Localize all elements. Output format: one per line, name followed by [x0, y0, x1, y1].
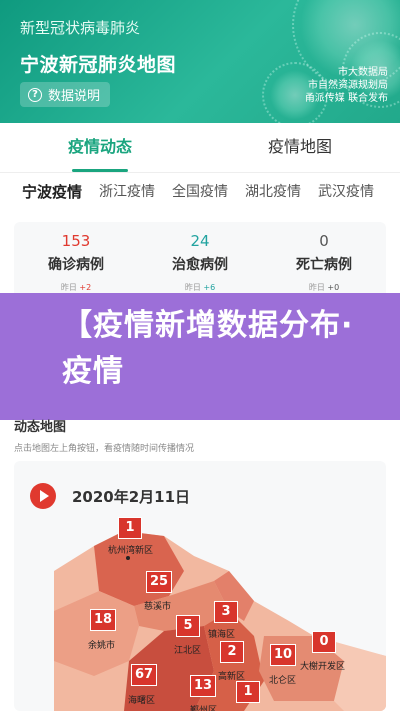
region-count-badge[interactable]: 67 — [131, 664, 157, 686]
stat-delta: 昨日 +0 — [308, 283, 340, 292]
region-label: 江北区 — [174, 646, 202, 656]
region-label: 余姚市 — [88, 641, 116, 651]
region-tab-wuhan[interactable]: 武汉疫情 — [318, 174, 374, 214]
region-label: 镇海区 — [208, 630, 236, 640]
stat-value: 24 — [190, 232, 210, 250]
stat-label: 治愈病例 — [172, 257, 228, 273]
stat-delta: 昨日 +6 — [184, 283, 216, 292]
data-info-button[interactable]: ? 数据说明 — [20, 82, 111, 107]
region-label: 鄞州区 — [190, 706, 218, 711]
region-count-badge[interactable]: 25 — [146, 571, 172, 593]
region-tab-national[interactable]: 全国疫情 — [172, 174, 228, 214]
stats-card: 153 确诊病例 昨日 +2 24 治愈病例 昨日 +6 0 死亡病例 昨日 +… — [14, 222, 386, 302]
tab-epidemic-updates[interactable]: 疫情动态 — [0, 123, 200, 172]
stat-confirmed: 153 确诊病例 昨日 +2 — [14, 232, 138, 302]
region-count-badge[interactable]: 1 — [236, 681, 260, 703]
dynamic-map[interactable]: 2020年2月11日 1 杭州湾新区 25 慈溪市 3 镇海区 18 余姚市 5… — [14, 461, 386, 711]
region-count-badge[interactable]: 13 — [190, 675, 216, 697]
source-line: 市大数据局 — [338, 67, 388, 78]
region-label: 海曙区 — [128, 696, 156, 706]
info-icon: ? — [28, 87, 42, 102]
region-tab-ningbo[interactable]: 宁波疫情 — [22, 174, 82, 214]
header-subtitle: 新型冠状病毒肺炎 — [20, 19, 141, 37]
play-button[interactable] — [30, 483, 56, 509]
header-banner: 新型冠状病毒肺炎 宁波新冠肺炎地图 ? 数据说明 市大数据局 市自然资源规划局 … — [0, 0, 400, 123]
region-tabs: 宁波疫情 浙江疫情 全国疫情 湖北疫情 武汉疫情 — [0, 174, 400, 214]
data-info-label: 数据说明 — [48, 89, 101, 104]
region-count-badge[interactable]: 5 — [176, 615, 200, 637]
region-tab-zhejiang[interactable]: 浙江疫情 — [99, 174, 155, 214]
stat-label: 确诊病例 — [48, 257, 104, 273]
region-count-badge[interactable]: 3 — [214, 601, 238, 623]
region-tab-hubei[interactable]: 湖北疫情 — [245, 174, 301, 214]
map-section-hint: 点击地图左上角按钮，看疫情随时间传播情况 — [14, 444, 195, 454]
stat-value: 0 — [319, 232, 329, 250]
region-count-badge[interactable]: 10 — [270, 644, 296, 666]
stat-value: 153 — [61, 232, 91, 250]
map-date: 2020年2月11日 — [72, 488, 191, 506]
region-count-badge[interactable]: 1 — [118, 517, 142, 539]
region-label: 杭州湾新区 — [108, 546, 154, 556]
map-section-title: 动态地图 — [14, 420, 67, 435]
region-count-badge[interactable]: 2 — [220, 641, 244, 663]
tab-epidemic-map[interactable]: 疫情地图 — [200, 123, 400, 172]
region-count-badge[interactable]: 18 — [90, 609, 116, 631]
stat-delta: 昨日 +2 — [60, 283, 92, 292]
region-label: 慈溪市 — [144, 602, 172, 612]
stat-label: 死亡病例 — [296, 257, 352, 273]
data-sources: 市大数据局 市自然资源规划局 甬派传媒 联合发布 — [305, 66, 388, 105]
page-title: 宁波新冠肺炎地图 — [20, 54, 177, 76]
stat-deaths: 0 死亡病例 昨日 +0 — [262, 232, 386, 302]
region-label: 北仑区 — [269, 676, 297, 686]
source-line: 甬派传媒 联合发布 — [304, 93, 388, 104]
main-tabs: 疫情动态 疫情地图 — [0, 123, 400, 173]
headline-banner: 【疫情新增数据分布·疫情 — [0, 293, 400, 420]
map-regions — [54, 531, 386, 711]
region-label: 大榭开发区 — [300, 662, 346, 672]
source-line: 市自然资源规划局 — [308, 80, 388, 91]
stat-recovered: 24 治愈病例 昨日 +6 — [138, 232, 262, 302]
region-dot — [126, 556, 130, 560]
region-count-badge[interactable]: 0 — [312, 631, 336, 653]
